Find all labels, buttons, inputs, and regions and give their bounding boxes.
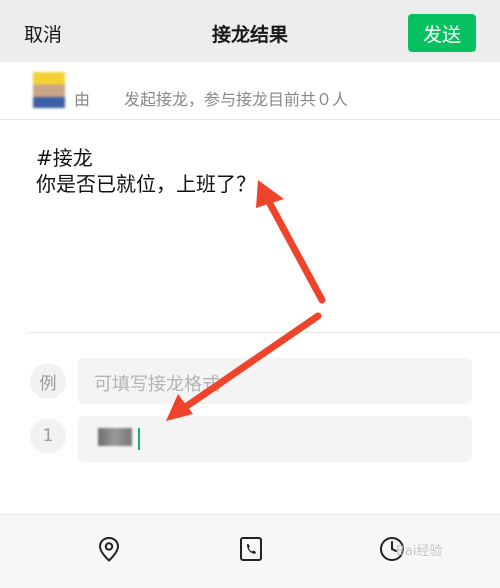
initiator-row: 由 发起接龙，参与接龙目前共０人 — [0, 62, 500, 120]
content-question-line: 你是否已就位，上班了？ — [36, 172, 256, 196]
location-icon[interactable] — [95, 535, 123, 563]
example-label-badge: 例 — [30, 363, 66, 399]
arrow-to-question — [256, 180, 326, 304]
divider — [28, 332, 500, 333]
initiator-by-label: 由 — [74, 90, 91, 109]
send-button[interactable]: 发送 — [408, 14, 476, 52]
avatar — [33, 72, 65, 108]
initiator-status-text: 发起接龙，参与接龙目前共０人 — [124, 90, 349, 109]
phone-icon[interactable] — [237, 535, 265, 563]
solitaire-content[interactable]: #接龙 你是否已就位，上班了？ — [36, 145, 256, 197]
entry-input-field[interactable] — [78, 416, 472, 462]
example-format-field[interactable]: 可填写接龙格式 — [78, 358, 472, 404]
content-hashtag-line: #接龙 — [36, 146, 93, 170]
top-bar: 取消 接龙结果 发送 — [0, 0, 500, 62]
watermark: Bai经验 — [396, 544, 443, 559]
text-caret — [138, 428, 140, 450]
entry-number-badge: 1 — [30, 418, 66, 454]
example-format-placeholder: 可填写接龙格式 — [94, 374, 220, 395]
entry-blurred-name — [98, 428, 132, 446]
